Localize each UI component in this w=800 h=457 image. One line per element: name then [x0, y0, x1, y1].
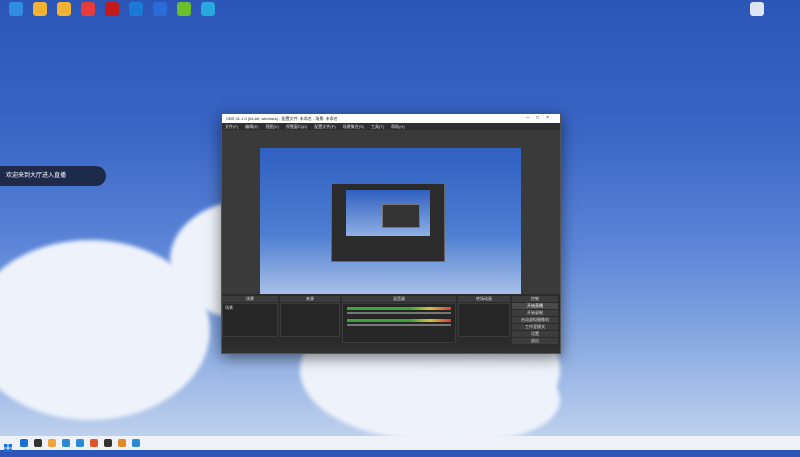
start-button[interactable]	[4, 439, 12, 452]
control-button[interactable]: 启动虚拟摄像机	[512, 317, 558, 323]
recycle-bin[interactable]	[744, 2, 770, 18]
volume-meter	[347, 307, 451, 310]
recycle-bin-icon	[750, 2, 764, 16]
preview-area	[222, 130, 560, 294]
control-button[interactable]: 开始直播	[512, 303, 558, 309]
nested-preview-inner	[382, 204, 420, 228]
app-icon	[81, 2, 95, 16]
toast-prefix: 欢迎	[6, 173, 19, 179]
volume-slider[interactable]	[347, 312, 451, 314]
menu-bar: 文件(F) 编辑(E) 视图(V) 停靠窗口(D) 配置文件(P) 场景集合(S) 工具(T…	[222, 123, 560, 130]
desktop-icon[interactable]	[99, 2, 125, 18]
app-icon	[201, 2, 215, 16]
taskbar-app-icon[interactable]	[20, 439, 28, 447]
toast-suffix: 来到大厅进入直播	[18, 173, 67, 179]
app-icon	[129, 2, 143, 16]
desktop-icon[interactable]	[147, 2, 173, 18]
window-controls[interactable]: –□×	[526, 114, 556, 123]
taskbar-app-icon[interactable]	[76, 439, 84, 447]
sources-dock-header: 来源	[280, 296, 340, 302]
desktop-icon[interactable]	[75, 2, 101, 18]
menu-item[interactable]: 视图(V)	[265, 124, 278, 129]
status-bar	[222, 346, 560, 353]
obs-window[interactable]: OBS 31.1.0 (64-bit, windows) - 配置文件: 未命名…	[221, 113, 561, 354]
taskbar-app-icon[interactable]	[62, 439, 70, 447]
desktop-icon[interactable]	[123, 2, 149, 18]
transitions-panel[interactable]	[458, 303, 510, 337]
volume-meter	[347, 319, 451, 322]
scenes-list[interactable]: 场景	[222, 303, 278, 337]
control-button[interactable]: 设置	[512, 331, 558, 337]
mixer-dock-header: 混音器	[342, 296, 456, 302]
taskbar-app-icon[interactable]	[132, 439, 140, 447]
sources-list[interactable]	[280, 303, 340, 337]
app-icon	[9, 2, 23, 16]
preview-canvas[interactable]	[260, 148, 521, 294]
taskbar-app-icon[interactable]	[34, 439, 42, 447]
mixer-channel[interactable]	[347, 306, 451, 314]
welcome-toast: 欢迎来到大厅进入直播	[0, 166, 106, 186]
menu-item[interactable]: 停靠窗口(D)	[286, 124, 308, 129]
app-icon	[33, 2, 47, 16]
taskbar-app-icon[interactable]	[90, 439, 98, 447]
desktop-icon[interactable]	[195, 2, 221, 18]
taskbar-app-icon[interactable]	[48, 439, 56, 447]
taskbar-app-icon[interactable]	[104, 439, 112, 447]
window-title: OBS 31.1.0 (64-bit, windows) - 配置文件: 未命名…	[226, 116, 338, 121]
desktop-icon[interactable]	[171, 2, 197, 18]
desktop-icon[interactable]	[27, 2, 53, 18]
menu-item[interactable]: 场景集合(S)	[343, 124, 364, 129]
control-button[interactable]: 开始录制	[512, 310, 558, 316]
menu-item[interactable]: 帮助(H)	[391, 124, 405, 129]
transitions-dock-header: 转场动画	[458, 296, 510, 302]
nested-obs-capture	[331, 183, 445, 262]
scenes-dock-header: 场景	[222, 296, 278, 302]
cloud	[400, 360, 560, 440]
taskbar	[0, 436, 800, 452]
mixer-channel[interactable]	[347, 318, 451, 326]
control-button[interactable]: 退出	[512, 338, 558, 344]
taskbar-app-icon[interactable]	[118, 439, 126, 447]
menu-item[interactable]: 配置文件(P)	[314, 124, 335, 129]
nested-preview	[346, 190, 430, 236]
app-icon	[153, 2, 167, 16]
control-button[interactable]: 工作室模式	[512, 324, 558, 330]
scene-item[interactable]: 场景	[225, 305, 275, 311]
audio-mixer[interactable]	[342, 303, 456, 343]
app-icon	[105, 2, 119, 16]
menu-item[interactable]: 文件(F)	[225, 124, 238, 129]
title-bar[interactable]: OBS 31.1.0 (64-bit, windows) - 配置文件: 未命名…	[222, 114, 560, 123]
app-icon	[57, 2, 71, 16]
desktop-icon[interactable]	[3, 2, 29, 18]
desktop-icon[interactable]	[51, 2, 77, 18]
app-icon	[177, 2, 191, 16]
volume-slider[interactable]	[347, 324, 451, 326]
menu-item[interactable]: 工具(T)	[371, 124, 384, 129]
windows-icon	[4, 444, 12, 452]
menu-item[interactable]: 编辑(E)	[245, 124, 258, 129]
controls-dock-header: 控制	[512, 296, 558, 302]
